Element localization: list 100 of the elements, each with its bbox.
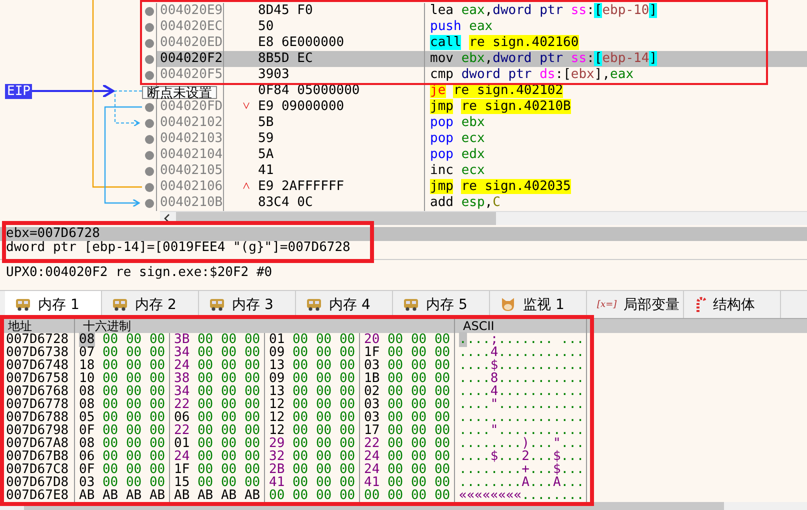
address-text: 007D67A8	[6, 436, 69, 451]
address-text: 007D6788	[6, 410, 69, 425]
instruction-text: pop edx	[430, 147, 485, 162]
hex-bytes: 06 00 00 00	[79, 449, 166, 464]
bytes-text: 3903	[258, 67, 290, 82]
hex-bytes: 24 00 00 00	[364, 449, 450, 464]
ascii-text: ....8...........	[459, 371, 584, 386]
address-text: 007D6778	[6, 397, 69, 412]
hex-bytes: 2B 00 00 00	[269, 462, 356, 477]
address-text: 007D6798	[6, 423, 69, 438]
address-text: 00402104	[160, 147, 223, 163]
address-text: 007D67B8	[6, 449, 69, 464]
hex-bytes: 03 00 00 00	[364, 397, 450, 412]
ascii-text: ....;....... ...	[459, 332, 584, 347]
hex-bytes: 08 00 00 00	[79, 397, 166, 412]
hex-bytes: 03 00 00 00	[79, 475, 166, 490]
instruction-text: jmp re sign.402035	[430, 179, 571, 194]
address-text: 007D6728	[6, 332, 69, 347]
hex-bytes: AB AB AB AB	[174, 488, 260, 503]
location-text: UPX0:004020F2 re sign.exe:$20F2 #0	[6, 265, 272, 280]
hex-bytes: 10 00 00 00	[79, 371, 166, 386]
address-text: 007D67E8	[6, 488, 69, 503]
bytes-text: E9 2AFFFFFF	[258, 179, 344, 194]
address-text: 004020EC	[160, 19, 223, 35]
instruction-text: inc ecx	[430, 163, 485, 178]
instruction-text: push eax	[430, 19, 493, 34]
ascii-text: ........+...$...	[459, 462, 584, 477]
address-text: 004020F2	[160, 51, 223, 67]
instruction-text: call re sign.402160	[430, 35, 579, 50]
address-text: 004020F5	[160, 67, 223, 83]
hex-bytes: 06 00 00 00	[174, 410, 260, 425]
hex-bytes: 01 00 00 00	[269, 332, 356, 347]
hex-bytes: 41 00 00 00	[364, 475, 450, 490]
ascii-text: ....$...2...$...	[459, 449, 584, 464]
bytes-text: 83C4 0C	[258, 195, 313, 210]
instruction-text: lea eax,dword ptr ss:[ebp-10]	[430, 3, 658, 18]
hex-bytes: AB AB AB AB	[79, 488, 166, 503]
hex-bytes: 08 00 00 00	[79, 332, 166, 347]
bytes-text: E9 09000000	[258, 99, 344, 114]
instruction-text: pop ebx	[430, 115, 485, 130]
bytes-text: 59	[258, 131, 274, 146]
hex-bytes: 0F 00 00 00	[79, 423, 166, 438]
jump-marker: ˄	[242, 179, 250, 194]
jump-marker: ˅	[242, 99, 250, 114]
hex-bytes: 22 00 00 00	[364, 436, 450, 451]
eip-label: EIP	[5, 84, 32, 99]
variable-icon: [x=]	[597, 300, 617, 310]
hex-bytes: 24 00 00 00	[174, 449, 260, 464]
hex-bytes: 09 00 00 00	[269, 345, 356, 360]
ascii-text: ...."...........	[459, 423, 584, 438]
bytes-text: 41	[258, 163, 274, 178]
hex-bytes: 12 00 00 00	[269, 397, 356, 412]
hex-bytes: 34 00 00 00	[174, 345, 260, 360]
hex-bytes: 03 00 00 00	[364, 358, 450, 373]
address-text: 0040210B	[160, 195, 223, 211]
ascii-text: ....4...........	[459, 345, 584, 360]
address-text: 007D6738	[6, 345, 69, 360]
ascii-text: ....$...........	[459, 358, 584, 373]
ascii-text: ........)..."...	[459, 436, 584, 451]
instruction-text: cmp dword ptr ds:[ebx],eax	[430, 67, 634, 82]
tooltip: 断点未设置	[142, 86, 217, 98]
address-text: 00402106	[160, 179, 223, 195]
address-text: 007D6768	[6, 384, 69, 399]
address-text: 004020ED	[160, 35, 223, 51]
hex-bytes: 13 00 00 00	[269, 384, 356, 399]
hex-bytes: 22 00 00 00	[174, 397, 260, 412]
hex-bytes: 15 00 00 00	[174, 475, 260, 490]
address-text: 007D67D8	[6, 475, 69, 490]
hex-bytes: 01 00 00 00	[174, 436, 260, 451]
hex-bytes: 34 00 00 00	[174, 384, 260, 399]
hex-bytes: 12 00 00 00	[269, 410, 356, 425]
hex-bytes: 08 00 00 00	[79, 384, 166, 399]
hex-bytes: 1F 00 00 00	[174, 462, 260, 477]
ascii-text: ....4...........	[459, 384, 584, 399]
address-text: 004020E9	[160, 3, 223, 19]
hex-bytes: 17 00 00 00	[364, 423, 450, 438]
hex-bytes: 08 00 00 00	[79, 436, 166, 451]
hex-bytes: 24 00 00 00	[364, 462, 450, 477]
hex-bytes: 29 00 00 00	[269, 436, 356, 451]
hex-bytes: 00 00 00 00	[269, 488, 356, 503]
address-text: 004020FD	[160, 99, 223, 115]
bytes-text: E8 6E000000	[258, 35, 344, 50]
address-text: 00402105	[160, 163, 223, 179]
hex-bytes: 32 00 00 00	[269, 449, 356, 464]
instruction-text: pop ecx	[430, 131, 485, 146]
hex-bytes: 1F 00 00 00	[364, 345, 450, 360]
hex-bytes: 41 00 00 00	[269, 475, 356, 490]
hex-bytes: 12 00 00 00	[269, 423, 356, 438]
bytes-text: 5A	[258, 147, 274, 162]
hex-bytes: 00 00 00 00	[364, 488, 450, 503]
instruction-text: add esp,C	[430, 195, 500, 210]
hex-bytes: 22 00 00 00	[174, 423, 260, 438]
bytes-text: 8D45 F0	[258, 3, 313, 18]
hex-bytes: 03 00 00 00	[364, 410, 450, 425]
ascii-text: ««««««««........	[459, 488, 584, 503]
address-text: 00402103	[160, 131, 223, 147]
instruction-text: jmp re sign.40210B	[430, 99, 571, 114]
hex-bytes: 1B 00 00 00	[364, 371, 450, 386]
hex-bytes: 09 00 00 00	[269, 371, 356, 386]
address-text: 007D67C8	[6, 462, 69, 477]
